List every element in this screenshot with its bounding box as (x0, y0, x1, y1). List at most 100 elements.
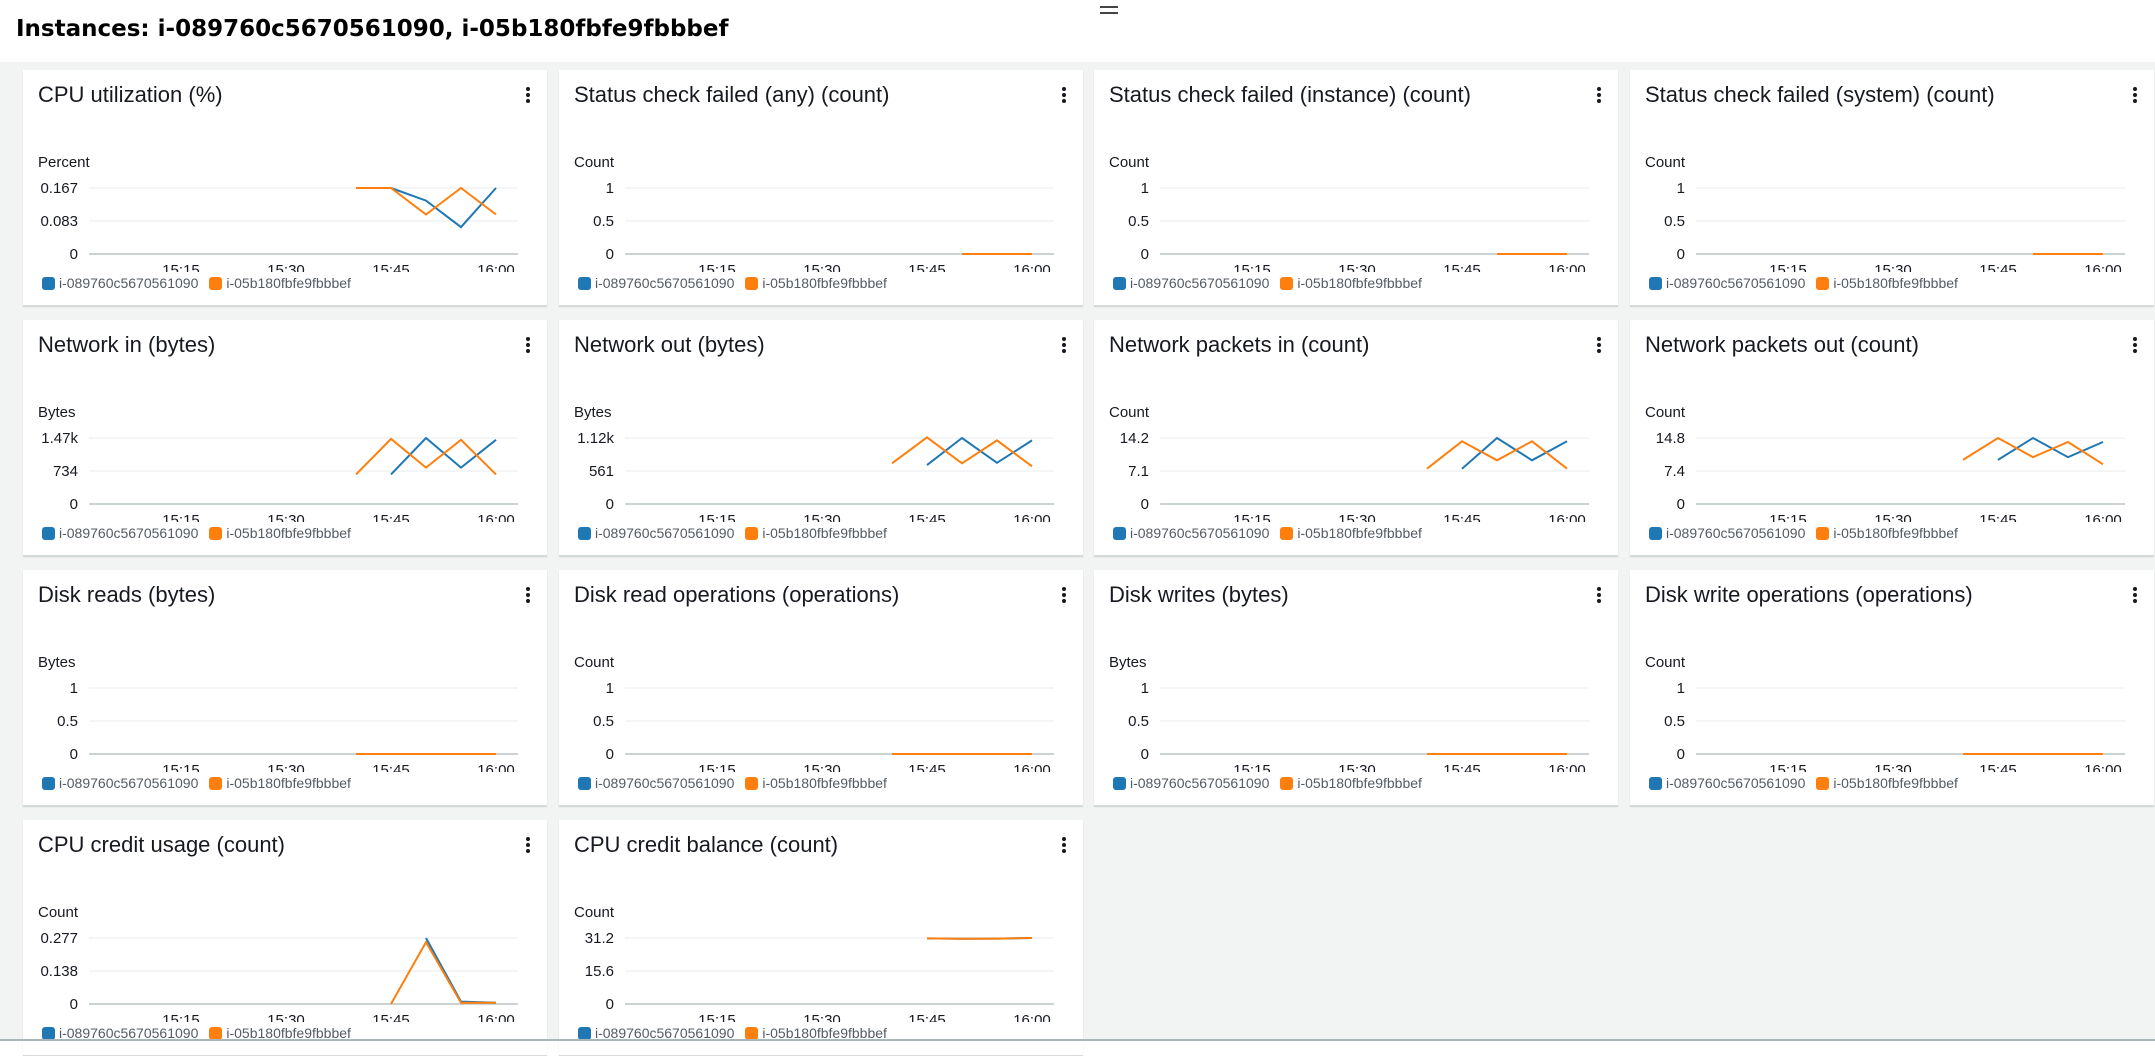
metric-widget[interactable]: Disk writes (bytes) Bytes 1 0.5 0 15:15 15:30 1… (1094, 570, 1618, 806)
y-axis-unit-label: Count (574, 904, 615, 921)
chart-legend: i-089760c5670561090 i-05b180fbfe9fbbbef (1649, 275, 1958, 291)
legend-label: i-05b180fbfe9fbbbef (1297, 775, 1422, 791)
legend-item[interactable]: i-05b180fbfe9fbbbef (745, 275, 887, 291)
legend-item[interactable]: i-05b180fbfe9fbbbef (1816, 775, 1958, 791)
legend-item[interactable]: i-05b180fbfe9fbbbef (209, 775, 351, 791)
chart-legend: i-089760c5670561090 i-05b180fbfe9fbbbef (1113, 275, 1422, 291)
y-axis-unit-label: Count (38, 904, 79, 921)
more-options-icon[interactable] (1596, 587, 1602, 607)
legend-item[interactable]: i-05b180fbfe9fbbbef (209, 525, 351, 541)
more-options-icon[interactable] (525, 587, 531, 607)
legend-item[interactable]: i-089760c5670561090 (1113, 775, 1269, 791)
line-chart: Count 31.2 15.6 0 15:15 15:30 15:45 16:00 (574, 904, 1054, 1022)
y-tick-label: 7.4 (1664, 463, 1685, 480)
legend-item[interactable]: i-05b180fbfe9fbbbef (745, 525, 887, 541)
more-options-icon[interactable] (1061, 337, 1067, 357)
line-chart: Bytes 1 0.5 0 15:15 15:30 15:45 16:00 (38, 654, 518, 772)
more-options-icon[interactable] (1061, 87, 1067, 107)
legend-item[interactable]: i-05b180fbfe9fbbbef (1816, 525, 1958, 541)
metric-widget[interactable]: Network in (bytes) Bytes 1.47k 734 0 15:15 15:… (23, 320, 547, 556)
more-options-icon[interactable] (525, 337, 531, 357)
legend-item[interactable]: i-089760c5670561090 (42, 775, 198, 791)
x-tick-label: 16:00 (2084, 512, 2122, 522)
legend-item[interactable]: i-089760c5670561090 (578, 775, 734, 791)
y-axis-unit-label: Bytes (38, 404, 76, 421)
line-chart: Count 1 0.5 0 15:15 15:30 15:45 16:00 (574, 154, 1054, 272)
x-tick-label: 15:30 (803, 1012, 841, 1022)
legend-item[interactable]: i-05b180fbfe9fbbbef (209, 275, 351, 291)
metric-widget[interactable]: Network out (bytes) Bytes 1.12k 561 0 15:15 15… (559, 320, 1083, 556)
legend-swatch-icon (1113, 526, 1126, 540)
metric-widget[interactable]: Network packets in (count) Count 14.2 7.1 0 1… (1094, 320, 1618, 556)
legend-label: i-05b180fbfe9fbbbef (1297, 275, 1422, 291)
metric-widget[interactable]: Status check failed (any) (count) Count 1 0… (559, 70, 1083, 306)
x-tick-label: 15:15 (1769, 262, 1807, 272)
legend-item[interactable]: i-089760c5670561090 (1649, 775, 1805, 791)
y-tick-label: 31.2 (585, 930, 614, 947)
x-tick-label: 15:45 (908, 512, 946, 522)
y-tick-label: 0.5 (593, 213, 614, 230)
legend-item[interactable]: i-089760c5670561090 (1113, 275, 1269, 291)
legend-swatch-icon (1649, 526, 1662, 540)
metric-widget[interactable]: CPU utilization (%) Percent 0.167 0.083 0 15:… (23, 70, 547, 306)
legend-item[interactable]: i-089760c5670561090 (42, 275, 198, 291)
metric-widget[interactable]: CPU credit usage (count) Count 0.277 0.138 0… (23, 820, 547, 1056)
legend-label: i-05b180fbfe9fbbbef (762, 275, 887, 291)
more-options-icon[interactable] (2132, 587, 2138, 607)
x-tick-label: 16:00 (2084, 262, 2122, 272)
legend-label: i-05b180fbfe9fbbbef (1833, 525, 1958, 541)
x-tick-label: 15:45 (908, 1012, 946, 1022)
series-line-2 (891, 436, 1033, 468)
legend-item[interactable]: i-05b180fbfe9fbbbef (1816, 275, 1958, 291)
more-options-icon[interactable] (2132, 87, 2138, 107)
legend-item[interactable]: i-05b180fbfe9fbbbef (1280, 275, 1422, 291)
x-tick-label: 15:30 (267, 262, 305, 272)
metric-widget[interactable]: CPU credit balance (count) Count 31.2 15.6 0… (559, 820, 1083, 1056)
x-tick-label: 15:15 (1769, 762, 1807, 772)
x-tick-label: 15:15 (698, 512, 736, 522)
legend-label: i-05b180fbfe9fbbbef (762, 775, 887, 791)
y-tick-label: 0.277 (40, 930, 78, 947)
more-options-icon[interactable] (525, 837, 531, 857)
more-options-icon[interactable] (525, 87, 531, 107)
metric-widget[interactable]: Disk reads (bytes) Bytes 1 0.5 0 15:15 15:30 15… (23, 570, 547, 806)
y-tick-label: 15.6 (585, 963, 614, 980)
legend-item[interactable]: i-05b180fbfe9fbbbef (1280, 525, 1422, 541)
y-tick-label: 0.5 (57, 713, 78, 730)
metric-widget[interactable]: Status check failed (system) (count) Coun… (1630, 70, 2154, 306)
legend-item[interactable]: i-089760c5670561090 (1113, 525, 1269, 541)
y-tick-label: 0 (1677, 746, 1685, 763)
more-options-icon[interactable] (1061, 837, 1067, 857)
line-chart: Count 14.2 7.1 0 15:15 15:30 15:45 16:00 (1109, 404, 1589, 522)
legend-item[interactable]: i-089760c5670561090 (1649, 525, 1805, 541)
y-axis-unit-label: Count (1645, 154, 1686, 171)
legend-swatch-icon (42, 526, 55, 540)
x-tick-label: 15:30 (1874, 762, 1912, 772)
legend-swatch-icon (745, 276, 759, 290)
legend-item[interactable]: i-089760c5670561090 (578, 275, 734, 291)
y-axis-unit-label: Count (574, 654, 615, 671)
x-tick-label: 15:45 (1443, 762, 1481, 772)
metric-widget[interactable]: Status check failed (instance) (count) Co… (1094, 70, 1618, 306)
x-tick-label: 16:00 (1013, 762, 1051, 772)
x-tick-label: 15:45 (1979, 512, 2017, 522)
widget-title: Disk writes (bytes) (1109, 582, 1289, 607)
legend-label: i-05b180fbfe9fbbbef (226, 525, 351, 541)
y-tick-label: 0 (606, 246, 614, 263)
more-options-icon[interactable] (1061, 587, 1067, 607)
legend-item[interactable]: i-05b180fbfe9fbbbef (745, 775, 887, 791)
drag-handle-icon[interactable] (1100, 6, 1118, 16)
legend-item[interactable]: i-05b180fbfe9fbbbef (1280, 775, 1422, 791)
metric-widget[interactable]: Network packets out (count) Count 14.8 7.4 0… (1630, 320, 2154, 556)
legend-item[interactable]: i-089760c5670561090 (42, 525, 198, 541)
legend-item[interactable]: i-089760c5670561090 (578, 525, 734, 541)
metric-widget[interactable]: Disk read operations (operations) Count 1 0… (559, 570, 1083, 806)
series-line-2 (390, 940, 496, 1005)
more-options-icon[interactable] (1596, 337, 1602, 357)
metric-widget[interactable]: Disk write operations (operations) Count 1… (1630, 570, 2154, 806)
legend-item[interactable]: i-089760c5670561090 (1649, 275, 1805, 291)
x-tick-label: 15:15 (698, 262, 736, 272)
x-tick-label: 15:45 (908, 762, 946, 772)
more-options-icon[interactable] (2132, 337, 2138, 357)
more-options-icon[interactable] (1596, 87, 1602, 107)
